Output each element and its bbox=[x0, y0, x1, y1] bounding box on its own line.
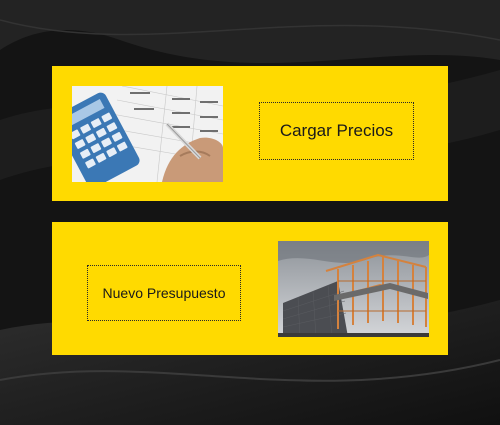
new-budget-button[interactable]: Nuevo Presupuesto bbox=[87, 265, 241, 321]
new-budget-card: Nuevo Presupuesto bbox=[52, 222, 448, 355]
dark-wave-background bbox=[0, 0, 500, 425]
load-prices-card: Cargar Precios bbox=[52, 66, 448, 201]
load-prices-button[interactable]: Cargar Precios bbox=[259, 102, 414, 160]
calculator-spreadsheet-image bbox=[72, 86, 223, 182]
building-construction-image bbox=[278, 241, 429, 337]
